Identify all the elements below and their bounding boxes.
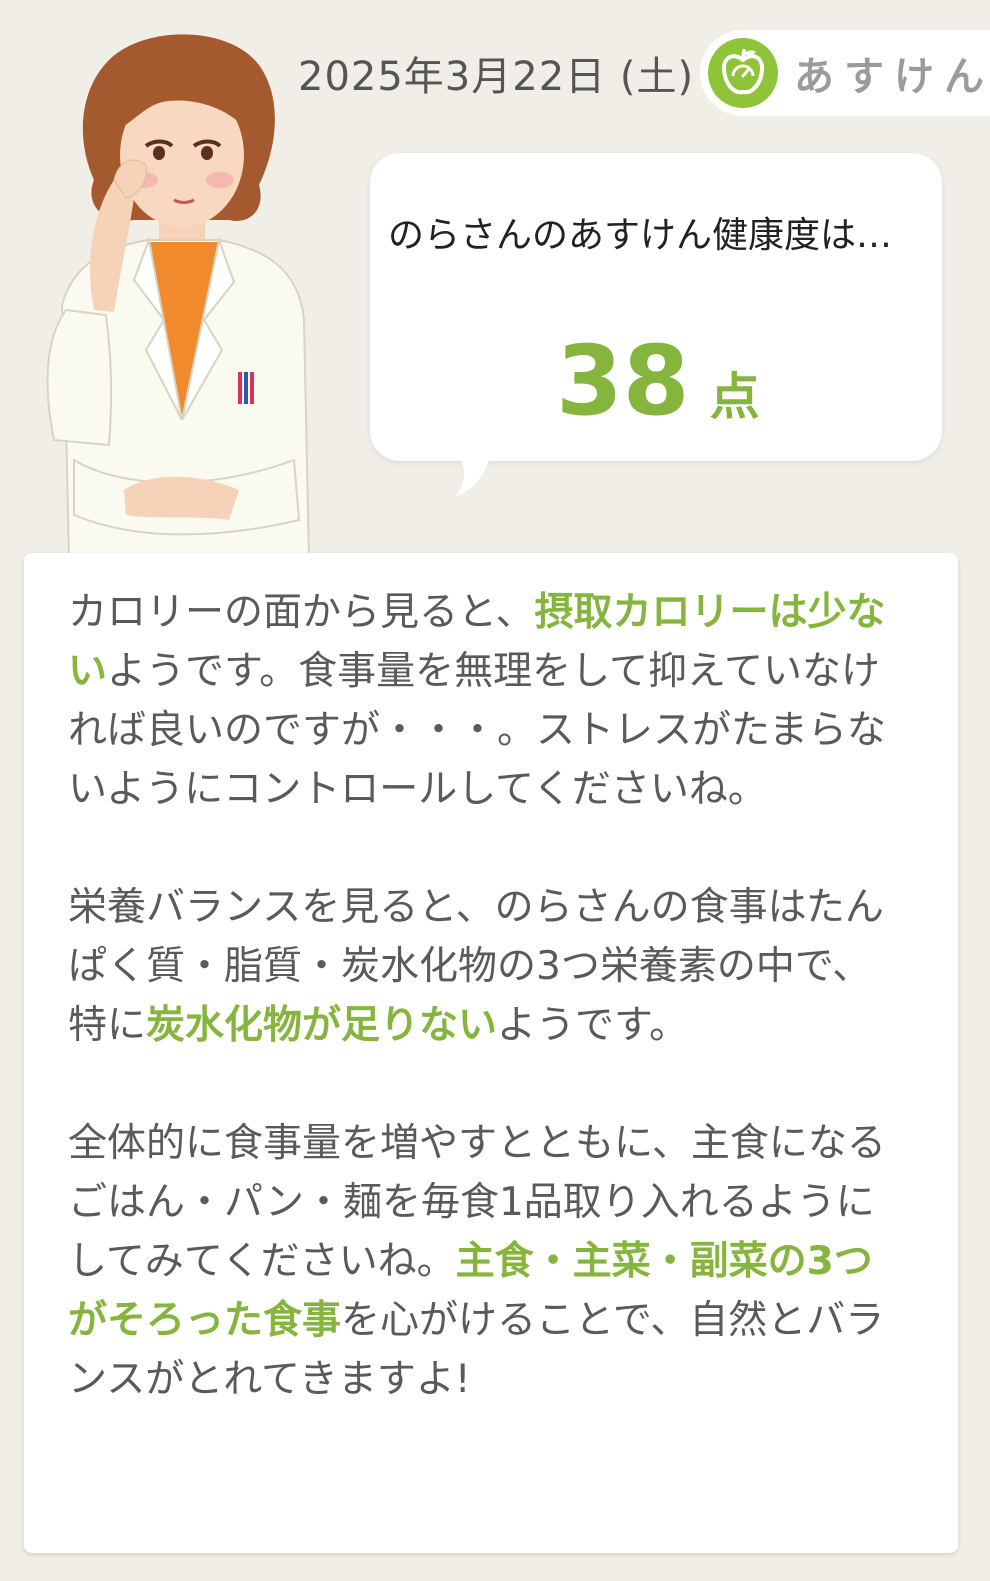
advice-text-segment: ようです。 <box>497 1003 689 1048</box>
bubble-tail <box>454 448 492 496</box>
score-value: 38 <box>556 325 690 437</box>
score-unit: 点 <box>709 368 760 426</box>
advice-highlight: 炭水化物が足りない <box>146 1003 498 1048</box>
brand-badge[interactable]: あすけん <box>700 30 990 116</box>
advice-card: カロリーの面から見ると、摂取カロリーは少ないようです。食事量を無理をして抑えてい… <box>24 553 958 1553</box>
advice-text: カロリーの面から見ると、摂取カロリーは少ないようです。食事量を無理をして抑えてい… <box>68 583 908 1468</box>
advice-text-segment: カロリーの面から見ると、 <box>68 590 535 635</box>
advice-paragraph-suggestion: 全体的に食事量を増やすとともに、主食になるごはん・パン・麺を毎食1品取り入れるよ… <box>68 1114 908 1409</box>
advice-text-segment: ようです。食事量を無理をして抑えていなければ良いのですが・・・。ストレスがたまら… <box>68 649 886 812</box>
speech-bubble: のらさんのあすけん健康度は… 38 点 <box>370 153 942 461</box>
advice-paragraph-balance: 栄養バランスを見ると、のらさんの食事はたんぱく質・脂質・炭水化物の3つ栄養素の中… <box>68 878 908 1055</box>
health-score: 38 点 <box>556 333 760 429</box>
doctor-avatar <box>46 34 311 560</box>
bubble-message: のらさんのあすけん健康度は… <box>388 215 893 256</box>
brand-name: あすけん <box>794 54 990 100</box>
apple-scale-icon <box>708 38 778 108</box>
advice-paragraph-calorie: カロリーの面から見ると、摂取カロリーは少ないようです。食事量を無理をして抑えてい… <box>68 583 908 819</box>
date-label: 2025年3月22日 (土) <box>298 54 695 100</box>
